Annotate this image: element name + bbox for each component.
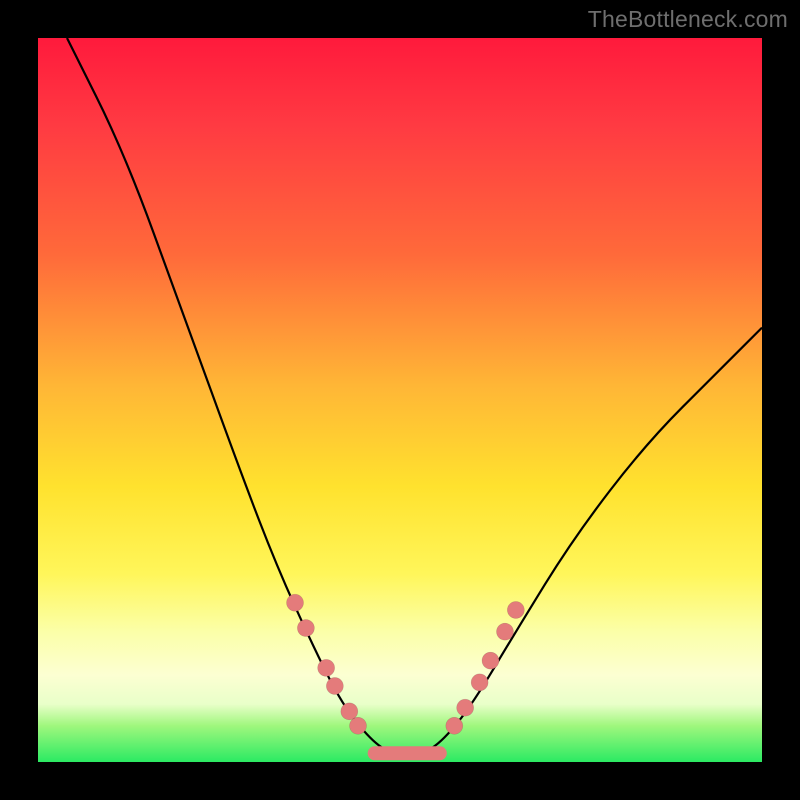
curve-layer <box>38 38 762 762</box>
marker-dot <box>482 652 499 669</box>
marker-dots <box>287 594 525 734</box>
marker-dot <box>507 601 524 618</box>
chart-frame: TheBottleneck.com <box>0 0 800 800</box>
bottleneck-curve <box>67 38 762 755</box>
marker-dot <box>350 717 367 734</box>
marker-dot <box>471 674 488 691</box>
plot-area <box>38 38 762 762</box>
marker-dot <box>446 717 463 734</box>
marker-dot <box>287 594 304 611</box>
marker-dot <box>457 699 474 716</box>
marker-dot <box>318 659 335 676</box>
marker-dot <box>326 677 343 694</box>
marker-dot <box>496 623 513 640</box>
marker-dot <box>297 620 314 637</box>
watermark-text: TheBottleneck.com <box>588 6 788 33</box>
marker-dot <box>341 703 358 720</box>
